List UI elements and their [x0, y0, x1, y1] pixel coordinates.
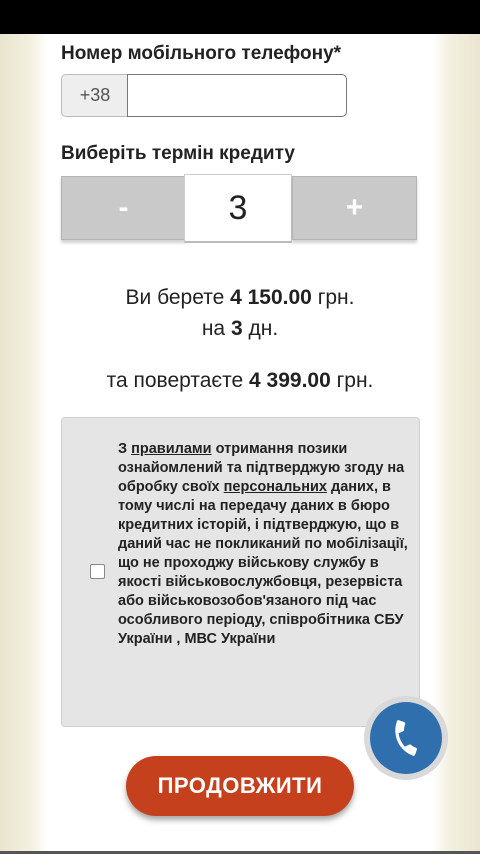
- return-amount: 4 399.00: [249, 369, 331, 392]
- consent-text: З правилами отримання позики ознайомлени…: [118, 440, 408, 649]
- continue-button[interactable]: ПРОДОВЖИТИ: [126, 756, 354, 816]
- phone-prefix: +38: [61, 74, 128, 117]
- consent-text-start: З: [118, 441, 128, 457]
- consent-text-end: даних, в тому числі на передачу даних в …: [118, 479, 408, 647]
- term-days: 3: [230, 317, 243, 340]
- return-prefix: та повертаєте: [106, 369, 244, 392]
- phone-icon: [395, 720, 418, 756]
- consent-box: З правилами отримання позики ознайомлени…: [61, 417, 420, 727]
- loan-amount-line: Ви берете 4 150.00 грн.: [40, 286, 440, 310]
- term-value: 3: [184, 174, 292, 243]
- term-prefix: на: [201, 317, 226, 340]
- loan-term-line: на 3 дн.: [40, 317, 440, 341]
- return-amount-line: та повертаєте 4 399.00 грн.: [40, 369, 440, 393]
- take-amount: 4 150.00: [230, 286, 312, 309]
- loan-form-page: Номер мобільного телефону* +38 Виберіть …: [0, 34, 480, 854]
- call-button-inner: [370, 702, 442, 774]
- rules-link[interactable]: правилами: [131, 441, 211, 457]
- return-currency: грн.: [336, 369, 374, 392]
- consent-checkbox[interactable]: [90, 564, 105, 579]
- call-button[interactable]: [364, 696, 448, 780]
- take-prefix: Ви берете: [125, 286, 225, 309]
- term-unit: дн.: [248, 317, 279, 340]
- term-stepper: - 3 +: [61, 174, 417, 243]
- phone-label: Номер мобільного телефону*: [61, 43, 342, 64]
- term-label: Виберіть термін кредиту: [61, 143, 295, 164]
- term-increase-button[interactable]: +: [292, 176, 417, 240]
- personal-data-link[interactable]: персональних: [224, 479, 327, 495]
- take-currency: грн.: [317, 286, 355, 309]
- phone-input[interactable]: [127, 74, 347, 117]
- phone-field-group: +38: [61, 74, 347, 117]
- term-decrease-button[interactable]: -: [61, 176, 186, 240]
